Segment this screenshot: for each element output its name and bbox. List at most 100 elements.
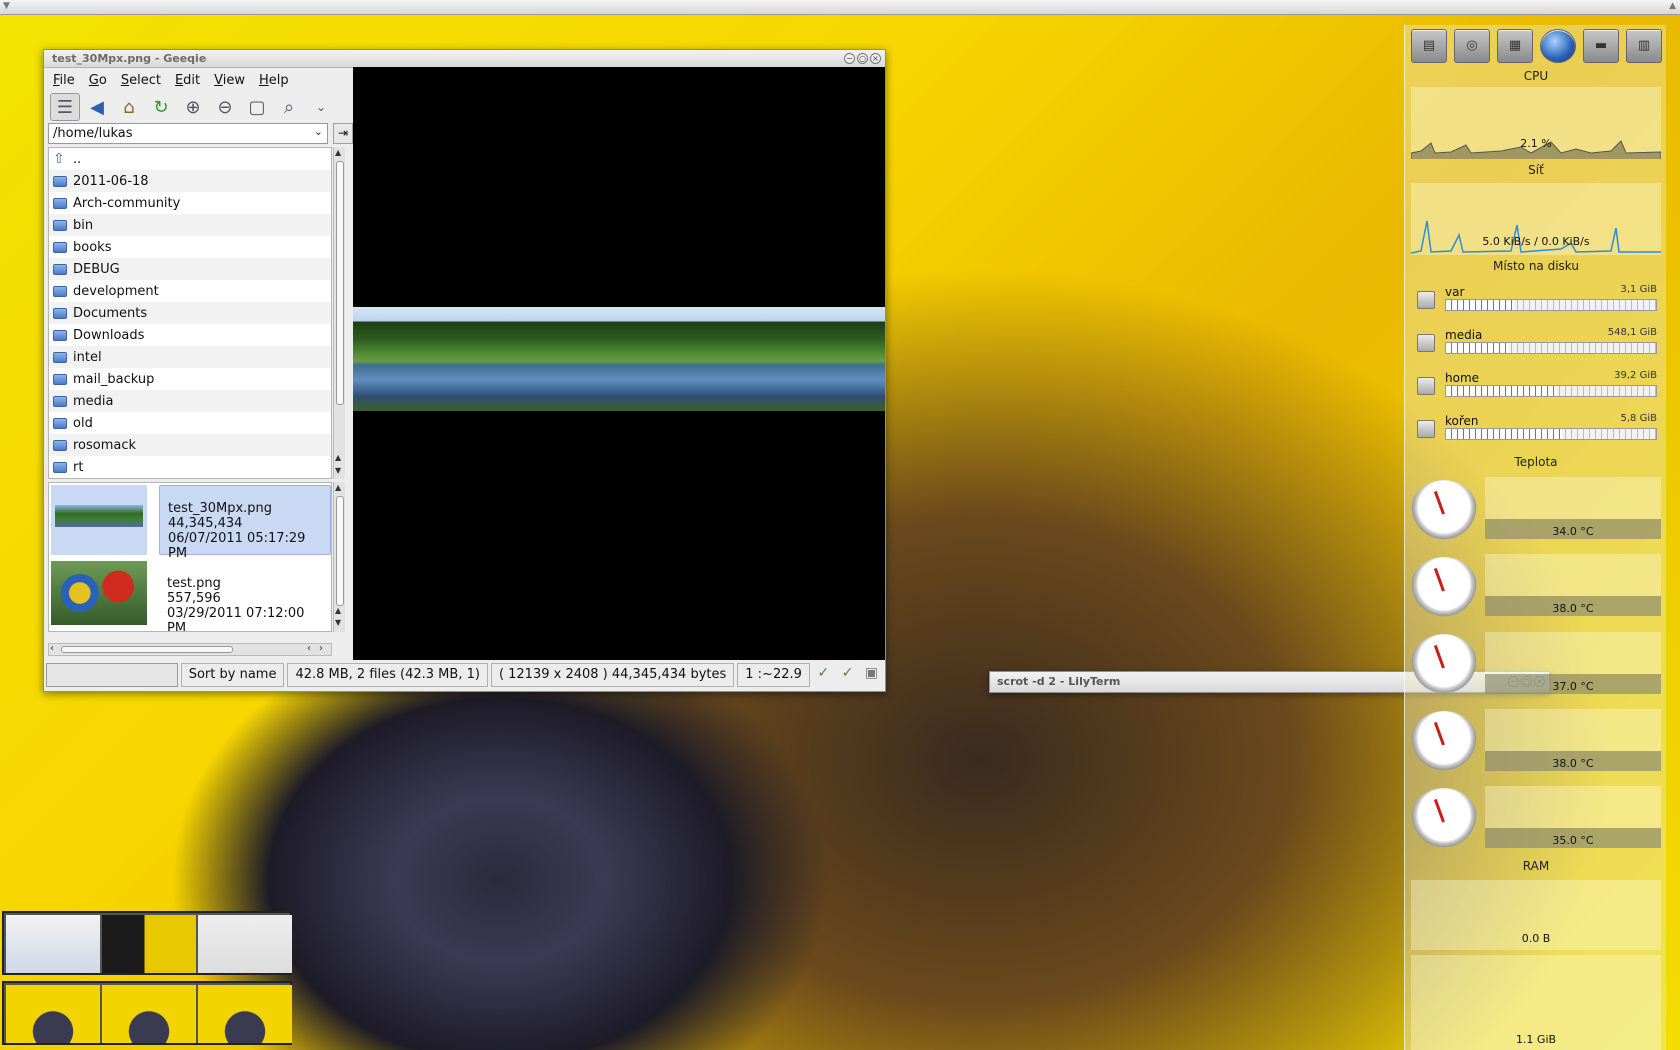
panorama-image	[353, 307, 885, 411]
workspace-4[interactable]	[6, 985, 100, 1043]
system-monitor-panel: ▤ ◎ ▦ ▬ ▥ CPU 2.1 % Síť 5.0 KiB/s / 0.0 …	[1404, 25, 1666, 1050]
list-item[interactable]: Arch-community	[49, 192, 331, 214]
scroll-left-icon[interactable]: ‹	[50, 643, 54, 654]
zoom-in-icon[interactable]: ⊕	[178, 93, 208, 121]
thumbnails-icon[interactable]: ☰	[50, 93, 80, 121]
disk-usage-bar	[1445, 385, 1657, 397]
list-item[interactable]: ⇧..	[49, 148, 331, 170]
workspace-5[interactable]	[102, 985, 196, 1043]
refresh-icon[interactable]: ↻	[146, 93, 176, 121]
ram-label: RAM	[1522, 859, 1550, 873]
temperature-gauge-icon	[1411, 557, 1477, 617]
minimize-icon[interactable]: −	[844, 53, 855, 64]
temperature-gauge-icon	[1411, 711, 1477, 771]
table-row[interactable]: test.png 557,596 03/29/2011 07:12:00 PM	[49, 559, 331, 631]
chip-icon[interactable]: ▥	[1626, 29, 1662, 63]
file-name: test.png	[167, 576, 221, 591]
home-icon[interactable]: ⌂	[114, 93, 144, 121]
temperature-graph: 35.0 °C	[1485, 786, 1661, 848]
scroll-thumb[interactable]	[336, 496, 344, 606]
folder-scrollbar[interactable]: ▲ ▲ ▼	[333, 147, 345, 479]
status-zoom: 1 :~22.9	[737, 663, 810, 687]
ram-used-value: 1.1 GiB	[1515, 1033, 1557, 1046]
workspace-6[interactable]	[198, 985, 292, 1043]
chevron-down-icon[interactable]: ⌄	[314, 125, 323, 138]
path-combobox[interactable]: /home/lukas ⌄	[48, 123, 328, 144]
top-panel: ▼ ▲	[0, 0, 1680, 15]
list-item[interactable]: DEBUG	[49, 258, 331, 280]
close-icon[interactable]: ×	[870, 53, 881, 64]
menu-view[interactable]: View	[207, 70, 252, 90]
horizontal-scrollbar[interactable]: ‹ ‹ ›	[48, 643, 332, 656]
list-item[interactable]: Downloads	[49, 324, 331, 346]
menu-go[interactable]: Go	[82, 70, 114, 90]
desktop-pager[interactable]	[2, 911, 292, 975]
file-scrollbar[interactable]: ▲ ▲ ▼	[333, 482, 345, 632]
check-icon[interactable]: ✓	[812, 663, 834, 687]
scroll-up-icon[interactable]: ▲	[335, 148, 341, 157]
list-item[interactable]: old	[49, 412, 331, 434]
scroll-down-icon[interactable]: ▼	[335, 466, 341, 475]
menu-help[interactable]: Help	[252, 70, 296, 90]
scroll-down-icon[interactable]: ▼	[335, 618, 341, 627]
desktop-pager[interactable]	[2, 981, 292, 1045]
menubar: File Go Select Edit View Help	[46, 70, 296, 90]
back-icon[interactable]: ◀	[82, 93, 112, 121]
folder-icon	[53, 439, 67, 451]
network-globe-icon[interactable]	[1540, 29, 1576, 63]
zoom-out-icon[interactable]: ⊖	[210, 93, 240, 121]
save-icon[interactable]: ▣	[860, 663, 882, 687]
list-item[interactable]: 2011-06-18	[49, 170, 331, 192]
menu-edit[interactable]: Edit	[168, 70, 207, 90]
workspace-1[interactable]	[6, 915, 100, 973]
status-summary: 42.8 MB, 2 files (42.3 MB, 1)	[287, 663, 488, 687]
table-row[interactable]: test_30Mpx.png 44,345,434 06/07/2011 05:…	[49, 483, 331, 561]
zoom-1-1-icon[interactable]: ⌕	[274, 93, 304, 121]
check-icon[interactable]: ✓	[836, 663, 858, 687]
geeqie-titlebar[interactable]: test_30Mpx.png - Geeqie − ○ ×	[44, 50, 885, 68]
list-item[interactable]: rosomack	[49, 434, 331, 456]
scroll-thumb[interactable]	[61, 646, 233, 653]
cpu-icon[interactable]: ▤	[1411, 29, 1447, 63]
motherboard-icon[interactable]: ▦	[1497, 29, 1533, 63]
harddisk-icon[interactable]: ◎	[1454, 29, 1490, 63]
network-value: 5.0 KiB/s / 0.0 KiB/s	[1482, 235, 1590, 248]
workspace-2[interactable]	[102, 915, 196, 973]
memory-icon[interactable]: ▬	[1583, 29, 1619, 63]
zoom-fit-icon[interactable]: ▢	[242, 93, 272, 121]
scroll-up-icon[interactable]: ▲	[335, 606, 341, 615]
go-button[interactable]: ⇥	[333, 123, 353, 144]
folder-icon	[53, 285, 67, 297]
list-item[interactable]: development	[49, 280, 331, 302]
scroll-up-icon[interactable]: ▲	[335, 453, 341, 462]
image-viewer[interactable]	[353, 67, 885, 660]
list-item[interactable]: mail_backup	[49, 368, 331, 390]
temperature-gauge-icon	[1411, 634, 1477, 694]
list-item[interactable]: Documents	[49, 302, 331, 324]
menu-file[interactable]: File	[46, 70, 82, 90]
disk-usage-bar	[1445, 299, 1657, 311]
folder-list: ⇧.. 2011-06-18 Arch-community bin books …	[48, 147, 332, 479]
more-icon[interactable]: ⌄	[306, 93, 336, 121]
disk-root: kořen 5,8 GiB	[1417, 412, 1657, 448]
status-image-info: ( 12139 x 2408 ) 44,345,434 bytes	[490, 663, 735, 687]
sort-button[interactable]: Sort by name	[180, 663, 285, 687]
scroll-left-icon[interactable]: ‹	[307, 643, 311, 654]
workspace-3[interactable]	[198, 915, 292, 973]
cpu-label: CPU	[1523, 69, 1549, 83]
list-item[interactable]: rt	[49, 456, 331, 478]
list-item[interactable]: bin	[49, 214, 331, 236]
thumbnail-lake	[51, 485, 147, 555]
scroll-right-icon[interactable]: ›	[319, 643, 323, 654]
list-item[interactable]: media	[49, 390, 331, 412]
list-item[interactable]: books	[49, 236, 331, 258]
menu-select[interactable]: Select	[114, 70, 168, 90]
panel-expand-icon[interactable]: ▲	[1669, 1, 1676, 11]
scroll-up-icon[interactable]: ▲	[335, 483, 341, 492]
list-item[interactable]: intel	[49, 346, 331, 368]
progress-field	[46, 663, 178, 687]
panel-collapse-icon[interactable]: ▼	[3, 1, 10, 11]
temperature-label: Teplota	[1514, 455, 1558, 469]
scroll-thumb[interactable]	[336, 161, 344, 405]
maximize-icon[interactable]: ○	[857, 53, 868, 64]
